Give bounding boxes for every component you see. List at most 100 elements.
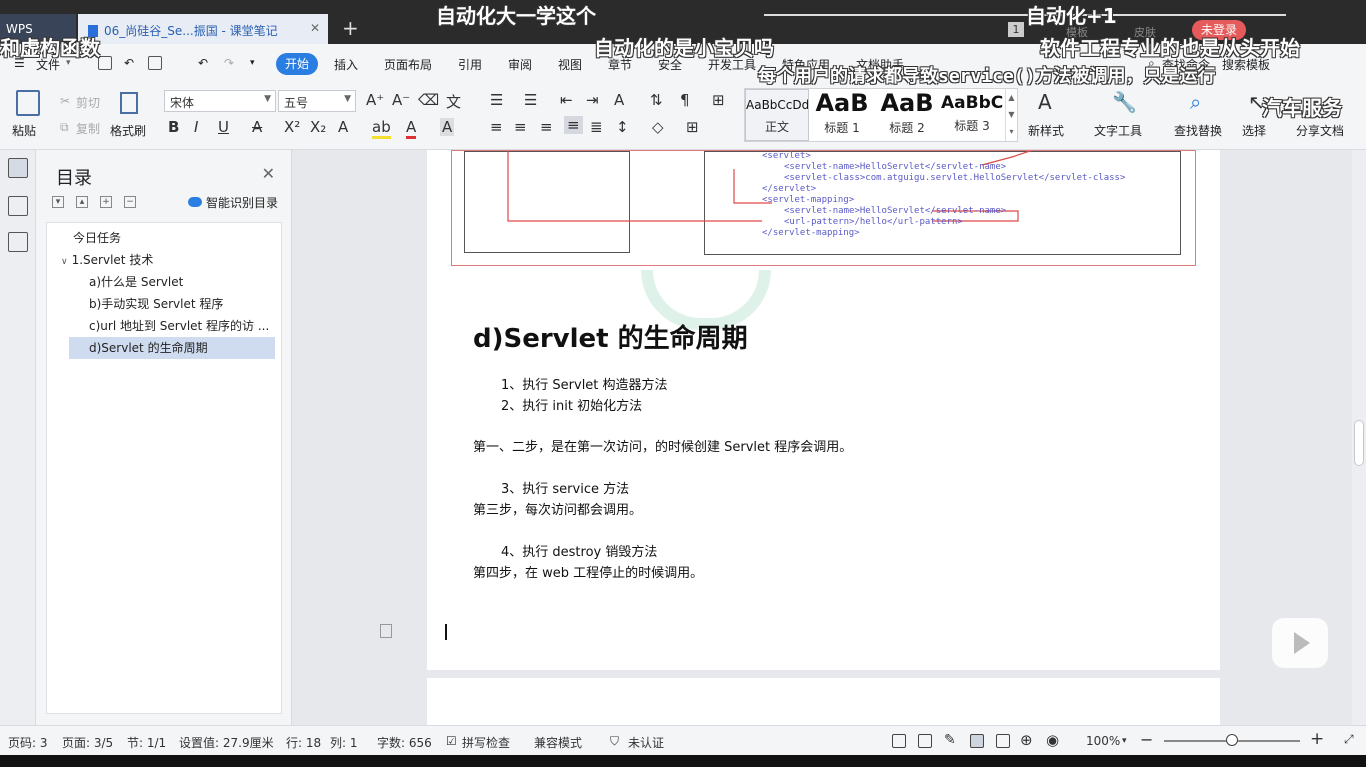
toc-item[interactable]: a)什么是 Servlet — [89, 271, 183, 293]
status-page-num[interactable]: 页码: 3 — [8, 734, 48, 751]
shrink-font-icon[interactable]: A⁻ — [392, 91, 410, 109]
document-page[interactable]: <servlet> <servlet-name>HelloServlet</se… — [427, 150, 1220, 670]
show-marks-icon[interactable]: ¶ — [680, 91, 690, 109]
copy-icon[interactable]: ⧉ — [60, 120, 69, 135]
char-shading-icon[interactable]: A — [440, 118, 455, 136]
embedded-screenshot[interactable]: <servlet> <servlet-name>HelloServlet</se… — [451, 150, 1196, 266]
redo-icon[interactable]: ↷ — [224, 56, 234, 70]
bookmark-icon[interactable] — [8, 232, 28, 252]
document-panel-icon[interactable] — [8, 196, 28, 216]
font-name-select[interactable]: 宋体 ▼ — [164, 90, 276, 112]
toc-panel-icon[interactable] — [8, 158, 28, 178]
undo-history-icon[interactable]: ↶ — [124, 56, 134, 70]
zoom-in-icon[interactable]: + — [1310, 729, 1324, 749]
page-view-icon[interactable] — [970, 734, 984, 748]
document-tab[interactable]: 06_尚硅谷_Se...振国 - 课堂笔记 ✕ — [78, 14, 328, 44]
toc-item-group[interactable]: ∨ 1.Servlet 技术 — [61, 249, 153, 271]
menu-review[interactable]: 审阅 — [508, 56, 532, 73]
format-painter-button[interactable]: 格式刷 — [110, 122, 146, 139]
close-tab-icon[interactable]: ✕ — [310, 21, 320, 35]
font-color-icon[interactable]: A — [406, 118, 417, 139]
smart-toc-button[interactable]: 智能识别目录 — [188, 194, 278, 211]
underline-icon[interactable]: U — [218, 118, 229, 136]
style-gallery-scroller[interactable]: ▲ ▼ ▾ — [1005, 89, 1017, 141]
style-heading-3[interactable]: AaBbC 标题 3 — [941, 89, 1003, 141]
bold-icon[interactable]: B — [168, 118, 179, 136]
play-icon[interactable] — [1272, 618, 1328, 668]
web-view-icon[interactable]: ⊕ — [1020, 731, 1033, 749]
read-mode-icon[interactable] — [918, 734, 932, 748]
sort-icon[interactable]: ⇅ — [650, 91, 663, 109]
notification-counter[interactable]: 1 — [1008, 22, 1024, 37]
menu-page-layout[interactable]: 页面布局 — [384, 56, 432, 73]
collapse-all-icon[interactable]: ▾ — [52, 196, 64, 208]
select-button[interactable]: 选择 — [1242, 122, 1266, 139]
find-replace-icon[interactable]: ⌕ — [1190, 90, 1201, 114]
grow-font-icon[interactable]: A⁺ — [366, 91, 384, 109]
eye-protect-icon[interactable]: ◉ — [1046, 731, 1059, 749]
style-heading-2[interactable]: AaB 标题 2 — [875, 89, 939, 141]
menu-insert[interactable]: 插入 — [334, 56, 358, 73]
status-cert[interactable]: 未认证 — [628, 734, 664, 751]
shading-icon[interactable]: ◇ — [652, 118, 664, 136]
pen-icon[interactable]: ✎ — [944, 732, 956, 748]
subscript-icon[interactable]: X₂ — [310, 118, 326, 136]
text-tools-icon[interactable]: 🔧 — [1112, 90, 1137, 114]
phonetic-icon[interactable]: 文 — [446, 91, 461, 112]
bullet-list-icon[interactable]: ☰ — [490, 91, 503, 109]
paragraph-options-icon[interactable] — [380, 624, 392, 638]
decrease-indent-icon[interactable]: ⇤ — [560, 91, 573, 109]
toc-item[interactable]: c)url 地址到 Servlet 程序的访 ... — [89, 315, 269, 337]
font-size-select[interactable]: 五号 ▼ — [278, 90, 356, 112]
status-pages[interactable]: 页面: 3/5 — [62, 734, 113, 751]
status-words[interactable]: 字数: 656 — [377, 734, 432, 751]
more-quick-actions-icon[interactable]: ▾ — [250, 58, 255, 68]
next-page[interactable] — [427, 678, 1220, 725]
zoom-dropdown-icon[interactable]: ▾ — [1122, 736, 1127, 746]
add-item-icon[interactable]: + — [100, 196, 112, 208]
align-left-icon[interactable]: ≡ — [490, 118, 503, 136]
increase-indent-icon[interactable]: ⇥ — [586, 91, 599, 109]
spellcheck-icon[interactable]: ☑ — [446, 734, 457, 748]
distribute-icon[interactable]: ≣ — [590, 118, 603, 136]
level-up-icon[interactable]: ▴ — [76, 196, 88, 208]
new-style-icon[interactable]: A — [1038, 90, 1052, 114]
status-spellcheck[interactable]: 拼写检查 — [462, 734, 510, 751]
align-center-icon[interactable]: ≡ — [514, 118, 527, 136]
find-replace-button[interactable]: 查找替换 — [1174, 122, 1222, 139]
menu-view[interactable]: 视图 — [558, 56, 582, 73]
paste-icon[interactable] — [16, 90, 40, 116]
copy-button[interactable]: 复制 — [76, 120, 100, 137]
outline-view-icon[interactable] — [996, 734, 1010, 748]
style-heading-1[interactable]: AaB 标题 1 — [811, 89, 873, 141]
text-effect-icon[interactable]: A — [338, 118, 348, 136]
justify-icon[interactable]: ≡ — [564, 116, 583, 134]
print-icon[interactable] — [148, 56, 162, 70]
toc-item[interactable]: 今日任务 — [73, 227, 121, 249]
borders-icon[interactable]: ⊞ — [686, 118, 699, 136]
table-tools-icon[interactable]: ⊞ — [712, 91, 725, 109]
zoom-slider-knob[interactable] — [1226, 734, 1238, 746]
text-direction-icon[interactable]: A — [614, 91, 624, 109]
scissors-icon[interactable]: ✂ — [60, 94, 70, 108]
new-style-button[interactable]: 新样式 — [1028, 122, 1064, 139]
align-right-icon[interactable]: ≡ — [540, 118, 553, 136]
italic-icon[interactable]: I — [194, 118, 198, 136]
clear-format-icon[interactable]: ⌫ — [418, 91, 439, 109]
zoom-out-icon[interactable]: − — [1140, 730, 1153, 749]
toc-item-selected[interactable]: d)Servlet 的生命周期 — [69, 337, 275, 359]
remove-item-icon[interactable]: − — [124, 196, 136, 208]
toc-item[interactable]: b)手动实现 Servlet 程序 — [89, 293, 223, 315]
scrollbar-thumb[interactable] — [1354, 420, 1364, 466]
vertical-scrollbar[interactable] — [1352, 150, 1366, 725]
numbered-list-icon[interactable]: ☰ — [524, 91, 537, 109]
document-canvas[interactable]: <servlet> <servlet-name>HelloServlet</se… — [292, 150, 1352, 725]
line-spacing-icon[interactable]: ↕ — [616, 118, 629, 136]
new-tab-button[interactable]: + — [342, 16, 359, 40]
fullscreen-icon[interactable] — [892, 734, 906, 748]
superscript-icon[interactable]: X² — [284, 118, 300, 136]
fit-page-icon[interactable]: ⤢ — [1344, 732, 1354, 747]
menu-references[interactable]: 引用 — [458, 56, 482, 73]
style-normal[interactable]: AaBbCcDd 正文 — [745, 89, 809, 141]
text-tools-button[interactable]: 文字工具 — [1094, 122, 1142, 139]
